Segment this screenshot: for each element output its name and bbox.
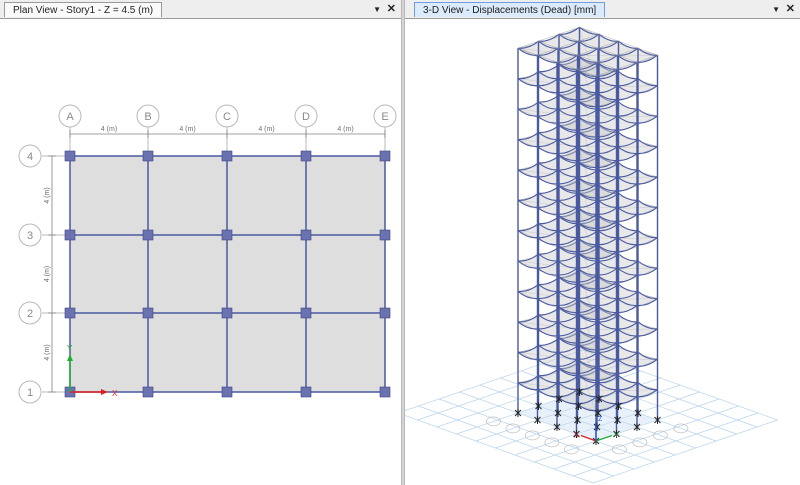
bay-dimension-x-2: 4 (m) xyxy=(179,126,195,133)
3d-view-pane[interactable]: 3-D View - Displacements (Dead) [mm] ▼ ✕… xyxy=(405,0,800,485)
plan-view-tabbar: Plan View - Story1 - Z = 4.5 (m) ▼ ✕ xyxy=(0,0,401,19)
y-axis-label: Y xyxy=(67,344,73,353)
bay-dimension-y-1: 4 (m) xyxy=(44,344,51,360)
column-marker xyxy=(64,229,76,241)
grid-label-3: 3 xyxy=(27,230,33,242)
bay-dimension-x-3: 4 (m) xyxy=(258,126,274,133)
3d-view-tabbar: 3-D View - Displacements (Dead) [mm] ▼ ✕ xyxy=(405,0,800,19)
plan-view-pane[interactable]: Plan View - Story1 - Z = 4.5 (m) ▼ ✕ A B C… xyxy=(0,0,401,485)
dropdown-arrow-icon[interactable]: ▼ xyxy=(373,3,381,17)
column-marker xyxy=(64,307,76,319)
x-axis-label: X xyxy=(574,433,579,440)
plan-view-canvas[interactable]: A B C D E 1 2 3 4 4 (m) 4 (m) 4 (m) 4 (m) 4 (m) 4 (m) 4… xyxy=(0,19,401,485)
column-marker xyxy=(142,386,154,398)
grid-label-4: 4 xyxy=(27,151,33,163)
column-marker xyxy=(300,307,312,319)
close-icon[interactable]: ✕ xyxy=(786,2,795,16)
bay-dimension-y-3: 4 (m) xyxy=(44,187,51,203)
3d-view-tab[interactable]: 3-D View - Displacements (Dead) [mm] xyxy=(414,2,606,17)
grid-label-E: E xyxy=(381,111,388,123)
grid-label-2: 2 xyxy=(27,308,33,320)
column-marker xyxy=(300,150,312,162)
3d-view-canvas[interactable]: X Y Z xyxy=(405,19,800,485)
column-marker xyxy=(221,307,233,319)
grid-label-C: C xyxy=(223,111,231,123)
column-marker xyxy=(221,150,233,162)
z-axis-label: Z xyxy=(598,416,603,423)
column-marker xyxy=(300,386,312,398)
bay-dimension-y-2: 4 (m) xyxy=(44,266,51,282)
column-marker xyxy=(379,386,391,398)
grid-label-B: B xyxy=(144,111,151,123)
column-marker xyxy=(142,150,154,162)
column-marker xyxy=(221,229,233,241)
grid-label-A: A xyxy=(66,111,74,123)
grid-label-D: D xyxy=(302,111,310,123)
bay-dimension-x-4: 4 (m) xyxy=(337,126,353,133)
plan-view-tab[interactable]: Plan View - Story1 - Z = 4.5 (m) xyxy=(4,2,163,17)
close-icon[interactable]: ✕ xyxy=(387,2,396,16)
column-marker xyxy=(221,386,233,398)
column-marker xyxy=(379,150,391,162)
column-marker xyxy=(142,307,154,319)
column-marker xyxy=(64,150,76,162)
dropdown-arrow-icon[interactable]: ▼ xyxy=(772,3,780,17)
column-marker xyxy=(379,229,391,241)
y-axis-label: Y xyxy=(614,433,619,440)
bay-dimension-x-1: 4 (m) xyxy=(101,126,117,133)
grid-label-1: 1 xyxy=(27,387,33,399)
column-marker xyxy=(142,229,154,241)
column-marker xyxy=(300,229,312,241)
column-marker xyxy=(379,307,391,319)
x-axis-label: X xyxy=(112,389,118,398)
